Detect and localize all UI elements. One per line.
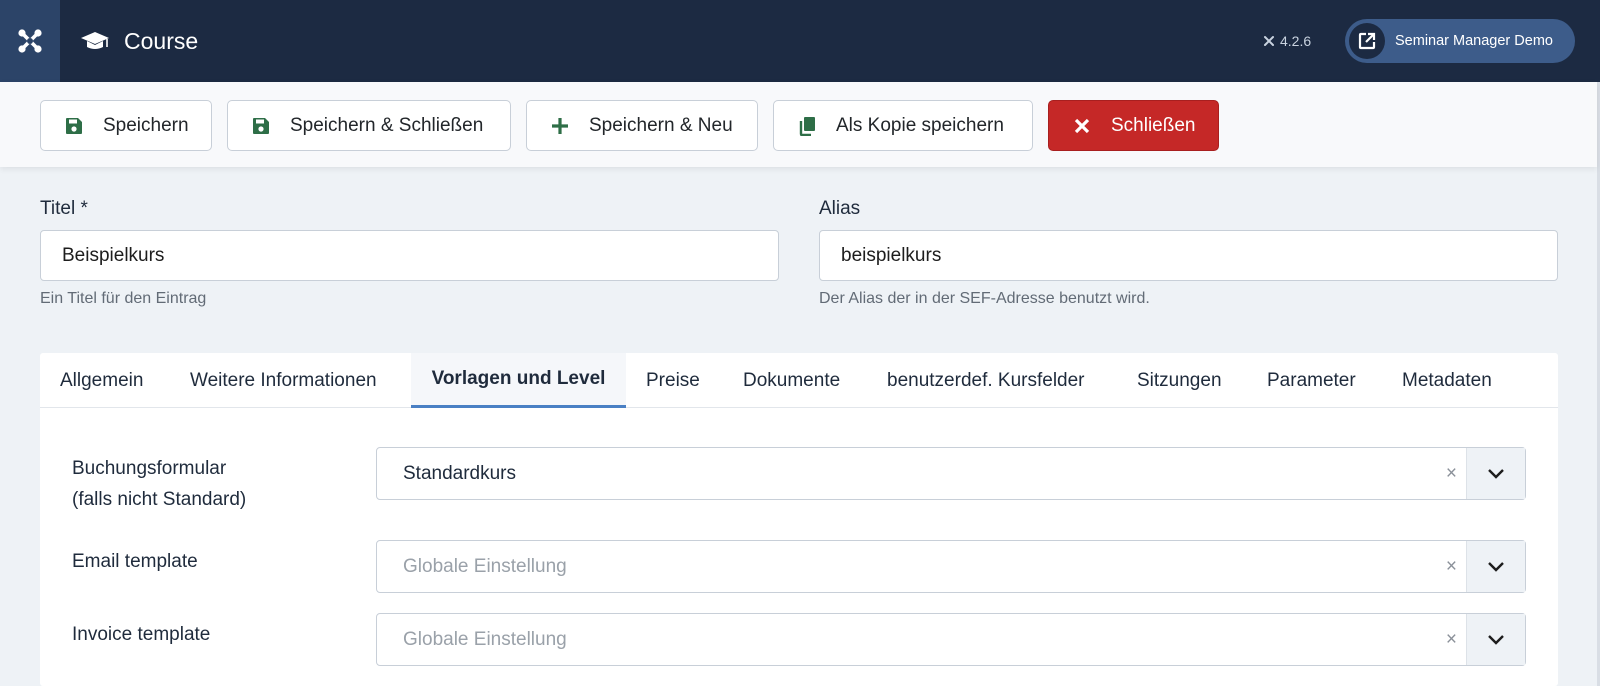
app-header: Course 4.2.6 Seminar Manager Demo xyxy=(0,0,1600,82)
chevron-down-icon[interactable] xyxy=(1466,541,1525,592)
tab-preise[interactable]: Preise xyxy=(646,353,700,408)
page-title: Course xyxy=(80,0,198,82)
save-button[interactable]: Speichern xyxy=(40,100,212,151)
view-site-label: Seminar Manager Demo xyxy=(1395,33,1553,49)
booking-form-label: Buchungsformular (falls nicht Standard) xyxy=(72,453,246,515)
save-copy-label: Als Kopie speichern xyxy=(836,114,1004,136)
save-close-button[interactable]: Speichern & Schließen xyxy=(227,100,511,151)
tab-bar: Allgemein Weitere Informationen Vorlagen… xyxy=(40,353,1558,408)
booking-form-value: Standardkurs xyxy=(403,462,517,484)
chevron-down-icon[interactable] xyxy=(1466,448,1525,499)
booking-form-select[interactable]: Standardkurs × xyxy=(376,447,1526,500)
clear-icon[interactable]: × xyxy=(1446,614,1457,665)
view-site-button[interactable]: Seminar Manager Demo xyxy=(1345,19,1575,63)
save-copy-button[interactable]: Als Kopie speichern xyxy=(773,100,1033,151)
save-new-button[interactable]: Speichern & Neu xyxy=(526,100,758,151)
tabs-panel: Allgemein Weitere Informationen Vorlagen… xyxy=(40,353,1558,686)
version-text: 4.2.6 xyxy=(1280,33,1312,49)
alias-hint: Der Alias der in der SEF-Adresse benutzt… xyxy=(819,290,1150,307)
email-template-select[interactable]: Globale Einstellung × xyxy=(376,540,1526,593)
title-value: Beispielkurs xyxy=(62,244,165,266)
title-hint: Ein Titel für den Eintrag xyxy=(40,290,207,307)
save-label: Speichern xyxy=(103,114,189,136)
tab-weitere-informationen[interactable]: Weitere Informationen xyxy=(190,353,377,408)
invoice-template-label: Invoice template xyxy=(72,624,211,645)
tab-sitzungen[interactable]: Sitzungen xyxy=(1137,353,1222,408)
joomla-version-icon xyxy=(1264,36,1274,46)
clear-icon[interactable]: × xyxy=(1446,541,1457,592)
external-link-icon xyxy=(1349,23,1385,59)
copy-icon xyxy=(796,116,818,136)
email-template-placeholder: Globale Einstellung xyxy=(403,555,567,577)
tab-vorlagen-und-level[interactable]: Vorlagen und Level xyxy=(411,353,626,408)
title-label: Titel * xyxy=(40,198,88,219)
tab-parameter[interactable]: Parameter xyxy=(1267,353,1356,408)
floppy-disk-icon xyxy=(63,117,85,135)
alias-input[interactable]: beispielkurs xyxy=(819,230,1558,281)
close-icon xyxy=(1071,118,1093,134)
close-button[interactable]: Schließen xyxy=(1048,100,1219,151)
close-label: Schließen xyxy=(1111,114,1196,136)
alias-label: Alias xyxy=(819,198,861,219)
invoice-template-placeholder: Globale Einstellung xyxy=(403,628,567,650)
invoice-template-select[interactable]: Globale Einstellung × xyxy=(376,613,1526,666)
title-input[interactable]: Beispielkurs xyxy=(40,230,779,281)
joomla-logo-icon[interactable] xyxy=(0,0,60,82)
page-title-text: Course xyxy=(124,27,199,54)
graduation-cap-icon xyxy=(80,30,110,52)
email-template-label: Email template xyxy=(72,551,198,572)
alias-value: beispielkurs xyxy=(841,244,942,266)
booking-form-label-line1: Buchungsformular xyxy=(72,458,227,479)
tab-metadaten[interactable]: Metadaten xyxy=(1402,353,1492,408)
plus-icon xyxy=(549,117,571,135)
tab-allgemein[interactable]: Allgemein xyxy=(60,353,143,408)
booking-form-label-line2: (falls nicht Standard) xyxy=(72,489,247,510)
floppy-disk-icon xyxy=(250,117,272,135)
chevron-down-icon[interactable] xyxy=(1466,614,1525,665)
clear-icon[interactable]: × xyxy=(1446,448,1457,499)
version-indicator: 4.2.6 xyxy=(1262,0,1311,82)
save-new-label: Speichern & Neu xyxy=(589,114,733,136)
tab-kursfelder[interactable]: benutzerdef. Kursfelder xyxy=(887,353,1085,408)
save-close-label: Speichern & Schließen xyxy=(290,114,484,136)
toolbar: Speichern Speichern & Schließen Speicher… xyxy=(0,82,1597,167)
tab-dokumente[interactable]: Dokumente xyxy=(743,353,840,408)
